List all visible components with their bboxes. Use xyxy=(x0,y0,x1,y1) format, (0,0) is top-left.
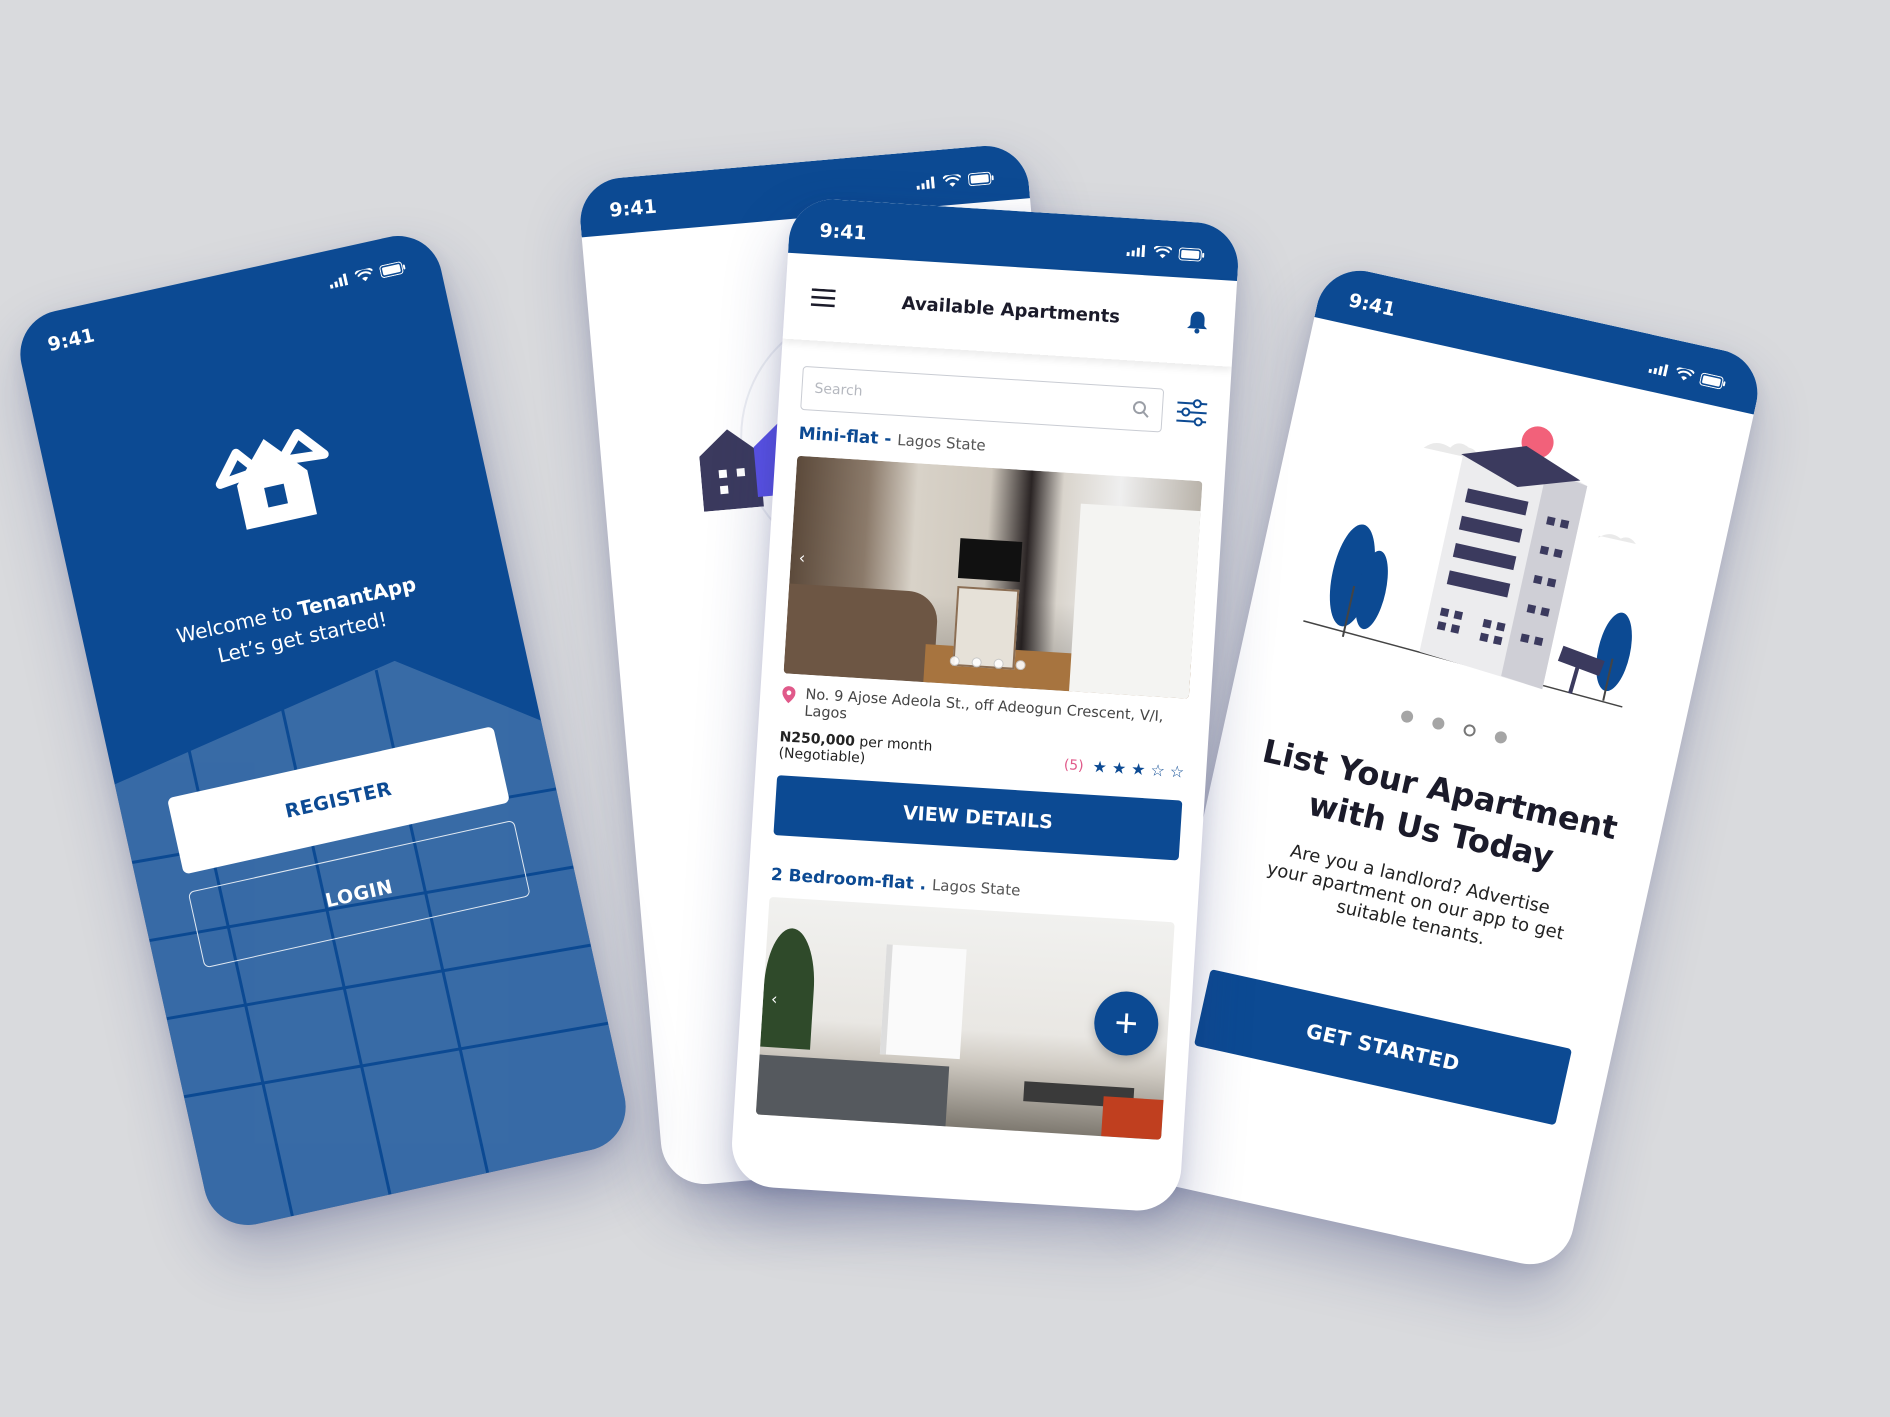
listings-phone: 9:41 Available Apartments Mini-flat - La… xyxy=(729,196,1241,1214)
menu-icon[interactable] xyxy=(810,288,836,308)
listing-card[interactable]: 2 Bedroom-flat . Lagos State ‹ + xyxy=(734,834,1201,1142)
photo-dot[interactable] xyxy=(993,658,1004,670)
star-empty-icon: ☆ xyxy=(1169,761,1185,782)
battery-icon xyxy=(1178,246,1205,261)
search-icon[interactable] xyxy=(1131,400,1150,419)
star-icon: ★ xyxy=(1111,758,1127,778)
location-pin-icon xyxy=(782,686,796,704)
pager-dot[interactable] xyxy=(1431,716,1446,731)
photo-prev-icon[interactable]: ‹ xyxy=(771,989,779,1008)
photo-dot[interactable] xyxy=(971,657,982,668)
pager-dot-active[interactable] xyxy=(1462,723,1477,738)
wifi-icon xyxy=(942,173,962,187)
signal-icon xyxy=(329,273,349,289)
status-bar: 9:41 xyxy=(12,228,444,376)
photo-dot[interactable] xyxy=(949,655,961,667)
building-background-image xyxy=(114,660,635,1234)
signal-icon xyxy=(916,176,935,190)
status-time: 9:41 xyxy=(45,324,97,357)
rating-count: (5) xyxy=(1063,757,1085,775)
listing-location: Lagos State xyxy=(931,876,1021,900)
listing-type: 2 Bedroom-flat . xyxy=(770,864,927,895)
listing-rating: (5) ★ ★ ★ ☆ ☆ xyxy=(1063,756,1185,782)
battery-icon xyxy=(1699,372,1726,389)
photo-prev-icon[interactable]: ‹ xyxy=(798,548,806,567)
signal-icon xyxy=(1648,364,1669,377)
listing-photo[interactable]: ‹ xyxy=(783,455,1203,699)
house-logo-icon xyxy=(215,429,329,530)
battery-icon xyxy=(379,261,406,278)
listing-card[interactable]: Mini-flat - Lagos State ‹ No. 9 Ajose Ad… xyxy=(751,408,1227,861)
welcome-phone: 9:41 Welcome to TenantApp Let’s get star… xyxy=(11,227,635,1234)
listing-price: N250,000 per month (Negotiable) xyxy=(778,729,933,771)
wifi-icon xyxy=(354,267,373,281)
battery-icon xyxy=(967,171,994,186)
wifi-icon xyxy=(1676,366,1695,380)
status-time: 9:41 xyxy=(608,195,658,222)
signal-icon xyxy=(1126,244,1146,258)
listing-photo[interactable]: ‹ + xyxy=(755,896,1175,1140)
pager-dot[interactable] xyxy=(1399,709,1415,724)
status-time: 9:41 xyxy=(818,219,868,245)
wifi-icon xyxy=(1153,245,1173,258)
listing-type: Mini-flat - xyxy=(798,423,893,450)
star-icon: ★ xyxy=(1130,759,1147,780)
add-listing-button[interactable]: + xyxy=(1092,989,1161,1058)
photo-dot[interactable] xyxy=(1015,659,1026,671)
pager-dot[interactable] xyxy=(1493,730,1509,745)
status-time: 9:41 xyxy=(1346,289,1398,322)
get-started-button[interactable]: GET STARTED xyxy=(1193,969,1573,1126)
apartment-building-illustration-icon xyxy=(1303,426,1636,708)
search-input[interactable] xyxy=(814,380,1055,412)
page-title: Available Apartments xyxy=(901,292,1121,328)
listing-location: Lagos State xyxy=(896,430,987,455)
star-icon: ★ xyxy=(1092,756,1108,777)
filter-icon[interactable] xyxy=(1176,397,1208,427)
price-suffix: per month xyxy=(858,734,933,755)
bell-icon[interactable] xyxy=(1186,309,1209,334)
star-empty-icon: ☆ xyxy=(1149,760,1166,781)
